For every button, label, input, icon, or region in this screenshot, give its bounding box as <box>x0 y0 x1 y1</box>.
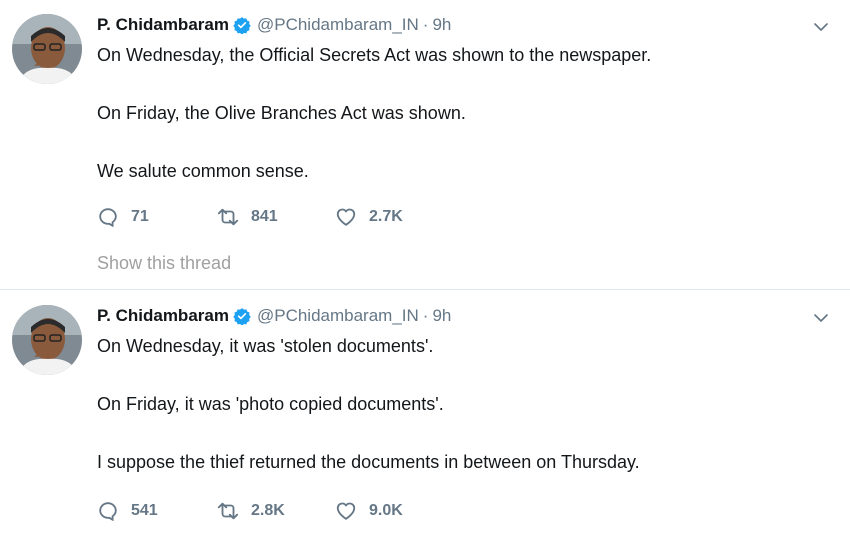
like-button[interactable]: 9.0K <box>335 499 455 523</box>
chevron-down-icon[interactable] <box>812 309 830 327</box>
reply-button[interactable]: 71 <box>97 205 217 229</box>
tweet-time[interactable]: 9h <box>432 306 451 326</box>
tweet-paragraph: On Wednesday, the Official Secrets Act w… <box>97 45 652 65</box>
verified-badge-icon <box>233 16 251 35</box>
retweet-button[interactable]: 841 <box>217 205 335 229</box>
retweet-count: 841 <box>251 208 278 225</box>
author-handle[interactable]: @PChidambaram_IN <box>257 306 419 326</box>
tweet-paragraph: On Wednesday, it was 'stolen documents'. <box>97 336 434 356</box>
like-count: 2.7K <box>369 208 403 225</box>
retweet-icon <box>217 502 239 520</box>
tweet-paragraph: I suppose the thief returned the documen… <box>97 452 640 472</box>
tweet-paragraph: We salute common sense. <box>97 161 309 181</box>
reply-icon <box>99 208 117 228</box>
verified-badge-icon <box>233 307 251 326</box>
tweet-header: P. Chidambaram @PChidambaram_IN · 9h <box>97 305 451 327</box>
tweet-paragraph: On Friday, the Olive Branches Act was sh… <box>97 103 466 123</box>
author-handle[interactable]: @PChidambaram_IN <box>257 15 419 35</box>
tweet-time[interactable]: 9h <box>432 15 451 35</box>
reply-icon <box>99 502 117 522</box>
separator: · <box>422 306 429 325</box>
like-icon <box>336 208 356 226</box>
avatar[interactable] <box>12 305 82 375</box>
divider <box>0 289 850 290</box>
chevron-down-icon[interactable] <box>812 18 830 36</box>
reply-count: 71 <box>131 208 149 225</box>
tweet-text: On Wednesday, the Official Secrets Act w… <box>97 44 827 182</box>
retweet-button[interactable]: 2.8K <box>217 499 335 523</box>
tweet-text: On Wednesday, it was 'stolen documents'.… <box>97 335 827 473</box>
tweet[interactable]: P. Chidambaram @PChidambaram_IN · 9h On … <box>0 0 850 290</box>
tweet-actions: 71 841 2.7K <box>97 205 455 229</box>
reply-button[interactable]: 541 <box>97 499 217 523</box>
retweet-count: 2.8K <box>251 502 285 519</box>
retweet-icon <box>217 208 239 226</box>
show-thread-link[interactable]: Show this thread <box>97 253 231 274</box>
tweet[interactable]: P. Chidambaram @PChidambaram_IN · 9h On … <box>0 291 850 534</box>
tweet-header: P. Chidambaram @PChidambaram_IN · 9h <box>97 14 451 36</box>
author-name[interactable]: P. Chidambaram <box>97 306 229 326</box>
separator: · <box>422 15 429 34</box>
like-count: 9.0K <box>369 502 403 519</box>
author-name[interactable]: P. Chidambaram <box>97 15 229 35</box>
tweet-actions: 541 2.8K 9.0K <box>97 499 455 523</box>
tweet-paragraph: On Friday, it was 'photo copied document… <box>97 394 444 414</box>
reply-count: 541 <box>131 502 158 519</box>
like-icon <box>336 502 356 520</box>
like-button[interactable]: 2.7K <box>335 205 455 229</box>
avatar[interactable] <box>12 14 82 84</box>
